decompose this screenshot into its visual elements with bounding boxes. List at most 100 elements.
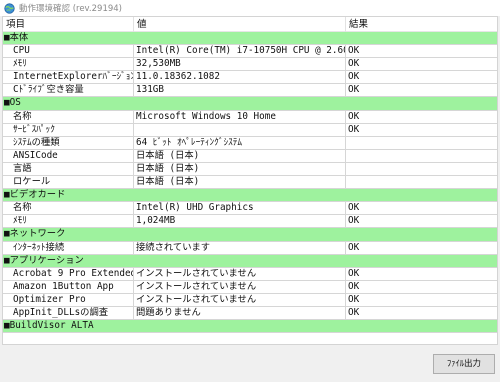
- cell-result: OK: [348, 84, 360, 96]
- cell-item: ｼｽﾃﾑの種類: [13, 136, 60, 148]
- cell-divider: [133, 162, 134, 176]
- table-row[interactable]: Acrobat 9 Pro Extended インストールされていません OK: [3, 267, 497, 281]
- cell-result: [346, 32, 497, 44]
- cell-result: OK: [348, 241, 360, 253]
- cell-divider: [345, 241, 346, 254]
- table-row[interactable]: ロケール 日本語 (日本): [3, 176, 497, 190]
- table-row[interactable]: 名称 Intel(R) UHD Graphics OK: [3, 202, 497, 216]
- cell-item: Acrobat 9 Pro Extended: [13, 267, 133, 279]
- table-row[interactable]: 言語 日本語 (日本): [3, 162, 497, 177]
- cell-item: Cﾄﾞﾗｲﾌﾞ空き容量: [13, 84, 84, 96]
- cell-divider: [133, 241, 134, 254]
- cell-divider: [133, 136, 134, 149]
- cell-result: OK: [348, 58, 360, 70]
- cell-value: [134, 32, 345, 44]
- cell-value: 64 ﾋﾞｯﾄ ｵﾍﾟﾚｰﾃｨﾝｸﾞｼｽﾃﾑ: [136, 136, 243, 148]
- table-body: ■本体 CPU Intel(R) Core(TM) i7-10750H CPU @ …: [3, 32, 497, 334]
- cell-value: [134, 124, 345, 136]
- cell-item: 名称: [13, 202, 32, 214]
- category-row[interactable]: ■アプリケーション: [3, 254, 497, 268]
- table-row[interactable]: ANSICode 日本語 (日本): [3, 149, 497, 163]
- cell-item: 言語: [13, 162, 32, 174]
- cell-item: Optimizer Pro: [13, 293, 86, 305]
- environment-table[interactable]: 項目 値 結果 ■本体 CPU Intel(R) Core(TM) i7-10750…: [2, 16, 498, 345]
- cell-value: 1,024MB: [136, 215, 176, 227]
- cell-divider: [133, 280, 134, 293]
- cell-divider: [345, 71, 346, 84]
- cell-result: [346, 163, 497, 175]
- table-row[interactable]: ｼｽﾃﾑの種類 64 ﾋﾞｯﾄ ｵﾍﾟﾚｰﾃｨﾝｸﾞｼｽﾃﾑ: [3, 136, 497, 150]
- app-window: 動作環境確認 (rev.29194) 項目 値 結果 ■本体 CPU Intel(R…: [0, 0, 500, 382]
- cell-divider: [345, 176, 346, 189]
- cell-result: [346, 320, 497, 332]
- cell-result: OK: [348, 267, 360, 279]
- table-row[interactable]: Amazon 1Button App インストールされていません OK: [3, 280, 497, 294]
- cell-result: OK: [348, 215, 360, 227]
- category-row[interactable]: ■ビデオカード: [3, 189, 497, 203]
- cell-divider: [133, 123, 134, 136]
- cell-divider: [345, 280, 346, 293]
- cell-item: ﾒﾓﾘ: [13, 58, 27, 70]
- table-row[interactable]: ｲﾝﾀｰﾈｯﾄ接続 接続されています OK: [3, 241, 497, 255]
- column-header-item[interactable]: 項目: [3, 17, 133, 32]
- cell-item: Amazon 1Button App: [13, 280, 114, 292]
- table-row[interactable]: 名称 Microsoft Windows 10 Home OK: [3, 110, 497, 124]
- table-row[interactable]: InternetExplorerﾊﾞｰｼﾞｮﾝ 11.0.18362.1082 OK: [3, 71, 497, 85]
- cell-value: [134, 228, 345, 240]
- cell-divider: [345, 149, 346, 162]
- cell-value: 11.0.18362.1082: [136, 71, 220, 83]
- table-row[interactable]: CPU Intel(R) Core(TM) i7-10750H CPU @ 2.6…: [3, 45, 497, 59]
- cell-item: 名称: [13, 110, 32, 122]
- cell-result: OK: [348, 123, 360, 135]
- cell-item: ■本体: [4, 32, 29, 43]
- table-row[interactable]: ﾒﾓﾘ 1,024MB OK: [3, 215, 497, 229]
- table-row[interactable]: Optimizer Pro インストールされていません OK: [3, 293, 497, 307]
- cell-value: 日本語 (日本): [136, 162, 200, 174]
- cell-divider: [133, 215, 134, 228]
- cell-value: [134, 255, 345, 267]
- cell-item: ANSICode: [13, 149, 58, 161]
- cell-divider: [345, 123, 346, 136]
- cell-item: ｲﾝﾀｰﾈｯﾄ接続: [13, 241, 65, 253]
- cell-result: OK: [348, 280, 360, 292]
- table-row[interactable]: ﾒﾓﾘ 32,530MB OK: [3, 58, 497, 72]
- cell-result: [346, 137, 497, 149]
- cell-value: インストールされていません: [136, 280, 257, 292]
- column-header-value[interactable]: 値: [134, 17, 345, 32]
- table-row[interactable]: ｻｰﾋﾞｽﾊﾟｯｸ OK: [3, 123, 497, 137]
- cell-divider: [345, 84, 346, 97]
- title-bar: 動作環境確認 (rev.29194): [0, 0, 500, 16]
- column-header-result[interactable]: 結果: [346, 17, 497, 32]
- cell-result: [346, 189, 497, 201]
- cell-divider: [345, 306, 346, 320]
- cell-value: Intel(R) UHD Graphics: [136, 202, 254, 214]
- cell-result: [346, 255, 497, 267]
- cell-divider: [133, 267, 134, 280]
- cell-item: ﾒﾓﾘ: [13, 215, 27, 227]
- cell-item: ■アプリケーション: [4, 254, 84, 266]
- cell-value: 32,530MB: [136, 58, 181, 70]
- cell-item: CPU: [13, 45, 30, 57]
- cell-item: ■OS: [4, 97, 21, 109]
- table-header: 項目 値 結果: [3, 17, 497, 32]
- category-row[interactable]: ■本体: [3, 32, 497, 46]
- category-row[interactable]: ■OS: [3, 97, 497, 111]
- cell-value: [134, 97, 345, 109]
- cell-item: ■ネットワーク: [4, 228, 66, 240]
- cell-item: ｻｰﾋﾞｽﾊﾟｯｸ: [13, 123, 55, 135]
- table-row[interactable]: Cﾄﾞﾗｲﾌﾞ空き容量 131GB OK: [3, 84, 497, 98]
- cell-value: 日本語 (日本): [136, 176, 200, 188]
- cell-value: 接続されています: [136, 241, 211, 253]
- category-row[interactable]: ■ネットワーク: [3, 228, 497, 242]
- file-export-button[interactable]: ﾌｧｲﾙ出力: [433, 354, 495, 374]
- cell-divider: [133, 110, 134, 123]
- cell-result: [346, 228, 497, 240]
- cell-item: ■BuildVisor ALTA: [4, 320, 94, 332]
- category-row[interactable]: ■BuildVisor ALTA: [3, 320, 497, 334]
- cell-value: 問題ありません: [136, 306, 201, 318]
- cell-value: Intel(R) Core(TM) i7-10750H CPU @ 2.60GH…: [136, 45, 345, 57]
- cell-item: ロケール: [13, 176, 51, 188]
- table-row[interactable]: AppInit_DLLsの調査 問題ありません OK: [3, 306, 497, 321]
- cell-value: 日本語 (日本): [136, 149, 200, 161]
- globe-app-icon: [4, 2, 15, 14]
